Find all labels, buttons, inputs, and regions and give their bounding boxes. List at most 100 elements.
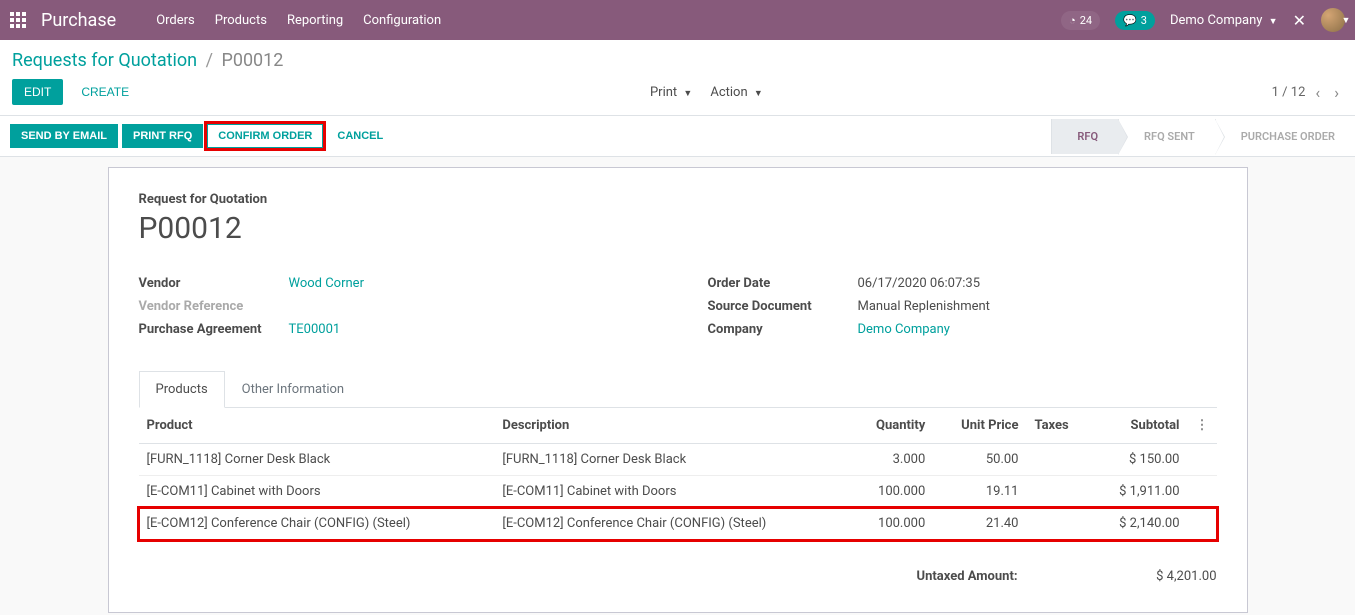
cell-subtotal: $ 2,140.00 <box>1090 508 1187 540</box>
print-rfq-button[interactable]: PRINT RFQ <box>122 124 203 148</box>
caret-down-icon: ▼ <box>1342 15 1351 26</box>
untaxed-value: $ 4,201.00 <box>1156 569 1216 584</box>
source-label: Source Document <box>708 299 858 314</box>
cell-taxes <box>1026 476 1090 508</box>
cell-unit-price: 21.40 <box>933 508 1026 540</box>
cell-taxes <box>1026 508 1090 540</box>
activity-badge[interactable]: ◔ 24 <box>1061 11 1100 30</box>
caret-down-icon: ▼ <box>1269 17 1278 27</box>
th-quantity: Quantity <box>850 408 933 444</box>
stage-purchase-order[interactable]: PURCHASE ORDER <box>1215 119 1355 154</box>
cell-product: [E-COM11] Cabinet with Doors <box>139 476 495 508</box>
pager-prev[interactable]: ‹ <box>1311 81 1324 104</box>
cell-quantity: 100.000 <box>850 476 933 508</box>
agreement-label: Purchase Agreement <box>139 322 289 337</box>
form-subtitle: Request for Quotation <box>139 192 1217 207</box>
th-subtotal: Subtotal <box>1090 408 1187 444</box>
caret-down-icon: ▼ <box>754 89 763 99</box>
order-date-label: Order Date <box>708 276 858 291</box>
activity-count: 24 <box>1080 14 1092 27</box>
th-product: Product <box>139 408 495 444</box>
action-dropdown[interactable]: Action ▼ <box>704 81 768 104</box>
breadcrumb-sep: / <box>206 50 213 71</box>
chat-count: 3 <box>1141 14 1147 27</box>
company-switcher[interactable]: Demo Company ▼ <box>1170 13 1278 28</box>
menu-orders[interactable]: Orders <box>156 13 195 28</box>
vendor-value[interactable]: Wood Corner <box>289 276 364 291</box>
agreement-value[interactable]: TE00001 <box>289 322 341 337</box>
cell-description: [FURN_1118] Corner Desk Black <box>494 444 850 476</box>
top-nav: Purchase Orders Products Reporting Confi… <box>0 0 1355 40</box>
vendor-ref-label: Vendor Reference <box>139 299 289 314</box>
cell-quantity: 3.000 <box>850 444 933 476</box>
form-container: Request for Quotation P00012 Vendor Wood… <box>0 157 1355 613</box>
menu-reporting[interactable]: Reporting <box>287 13 343 28</box>
table-row[interactable]: [FURN_1118] Corner Desk Black [FURN_1118… <box>139 444 1217 476</box>
cell-unit-price: 19.11 <box>933 476 1026 508</box>
apps-icon[interactable] <box>10 12 26 28</box>
breadcrumb: Requests for Quotation / P00012 <box>12 50 1343 71</box>
user-avatar[interactable]: ▼ <box>1321 8 1345 32</box>
cell-description: [E-COM12] Conference Chair (CONFIG) (Ste… <box>494 508 850 540</box>
source-value: Manual Replenishment <box>858 299 990 314</box>
print-dropdown[interactable]: Print ▼ <box>644 81 698 104</box>
close-icon[interactable]: ✕ <box>1293 11 1306 30</box>
control-row: EDIT CREATE Print ▼ Action ▼ 1 / 12 ‹ › <box>12 79 1343 115</box>
status-stages: RFQ RFQ SENT PURCHASE ORDER <box>1051 119 1355 154</box>
breadcrumb-parent[interactable]: Requests for Quotation <box>12 50 197 71</box>
pager: 1 / 12 ‹ › <box>1272 81 1343 104</box>
status-buttons: SEND BY EMAIL PRINT RFQ CONFIRM ORDER CA… <box>0 116 393 156</box>
cell-taxes <box>1026 444 1090 476</box>
tab-products[interactable]: Products <box>139 371 225 408</box>
fields-row: Vendor Wood Corner Vendor Reference Purc… <box>139 276 1217 345</box>
th-description: Description <box>494 408 850 444</box>
menu-configuration[interactable]: Configuration <box>363 13 441 28</box>
company-value[interactable]: Demo Company <box>858 322 950 337</box>
app-title[interactable]: Purchase <box>41 10 116 31</box>
caret-down-icon: ▼ <box>683 89 692 99</box>
table-row[interactable]: [E-COM11] Cabinet with Doors [E-COM11] C… <box>139 476 1217 508</box>
cell-subtotal: $ 150.00 <box>1090 444 1187 476</box>
breadcrumb-current: P00012 <box>221 50 283 71</box>
control-area: Requests for Quotation / P00012 EDIT CRE… <box>0 40 1355 115</box>
top-right: ◔ 24 💬 3 Demo Company ▼ ✕ ▼ <box>1061 8 1345 32</box>
edit-button[interactable]: EDIT <box>12 79 63 105</box>
table-row[interactable]: [E-COM12] Conference Chair (CONFIG) (Ste… <box>139 508 1217 540</box>
totals: Untaxed Amount: $ 4,201.00 <box>139 565 1217 588</box>
fields-col-right: Order Date 06/17/2020 06:07:35 Source Do… <box>708 276 1217 345</box>
cell-quantity: 100.000 <box>850 508 933 540</box>
untaxed-label: Untaxed Amount: <box>917 569 1018 584</box>
pager-next[interactable]: › <box>1330 81 1343 104</box>
company-label: Company <box>708 322 858 337</box>
create-button[interactable]: CREATE <box>69 79 141 105</box>
cell-product: [E-COM12] Conference Chair (CONFIG) (Ste… <box>139 508 495 540</box>
top-menu: Orders Products Reporting Configuration <box>156 13 441 28</box>
tabs: Products Other Information <box>139 370 1217 408</box>
fields-col-left: Vendor Wood Corner Vendor Reference Purc… <box>139 276 648 345</box>
menu-products[interactable]: Products <box>215 13 267 28</box>
th-menu[interactable]: ⋮ <box>1188 408 1217 444</box>
center-actions: Print ▼ Action ▼ <box>644 81 769 104</box>
order-date-value: 06/17/2020 06:07:35 <box>858 276 981 291</box>
send-email-button[interactable]: SEND BY EMAIL <box>10 124 118 148</box>
form-sheet: Request for Quotation P00012 Vendor Wood… <box>108 167 1248 613</box>
cell-product: [FURN_1118] Corner Desk Black <box>139 444 495 476</box>
confirm-order-button[interactable]: CONFIRM ORDER <box>207 124 323 148</box>
cell-subtotal: $ 1,911.00 <box>1090 476 1187 508</box>
cell-unit-price: 50.00 <box>933 444 1026 476</box>
clock-icon: ◔ <box>1069 14 1076 27</box>
cancel-button[interactable]: CANCEL <box>327 124 393 148</box>
vendor-label: Vendor <box>139 276 289 291</box>
th-taxes: Taxes <box>1026 408 1090 444</box>
form-title: P00012 <box>139 211 1217 246</box>
status-bar: SEND BY EMAIL PRINT RFQ CONFIRM ORDER CA… <box>0 115 1355 157</box>
pager-text: 1 / 12 <box>1272 85 1306 100</box>
chat-icon: 💬 <box>1123 14 1137 27</box>
chat-badge[interactable]: 💬 3 <box>1115 11 1155 30</box>
stage-rfq-sent[interactable]: RFQ SENT <box>1118 119 1215 154</box>
tab-other-info[interactable]: Other Information <box>225 371 361 408</box>
stage-rfq[interactable]: RFQ <box>1051 119 1118 154</box>
lines-table: Product Description Quantity Unit Price … <box>139 408 1217 540</box>
cell-description: [E-COM11] Cabinet with Doors <box>494 476 850 508</box>
th-unit-price: Unit Price <box>933 408 1026 444</box>
